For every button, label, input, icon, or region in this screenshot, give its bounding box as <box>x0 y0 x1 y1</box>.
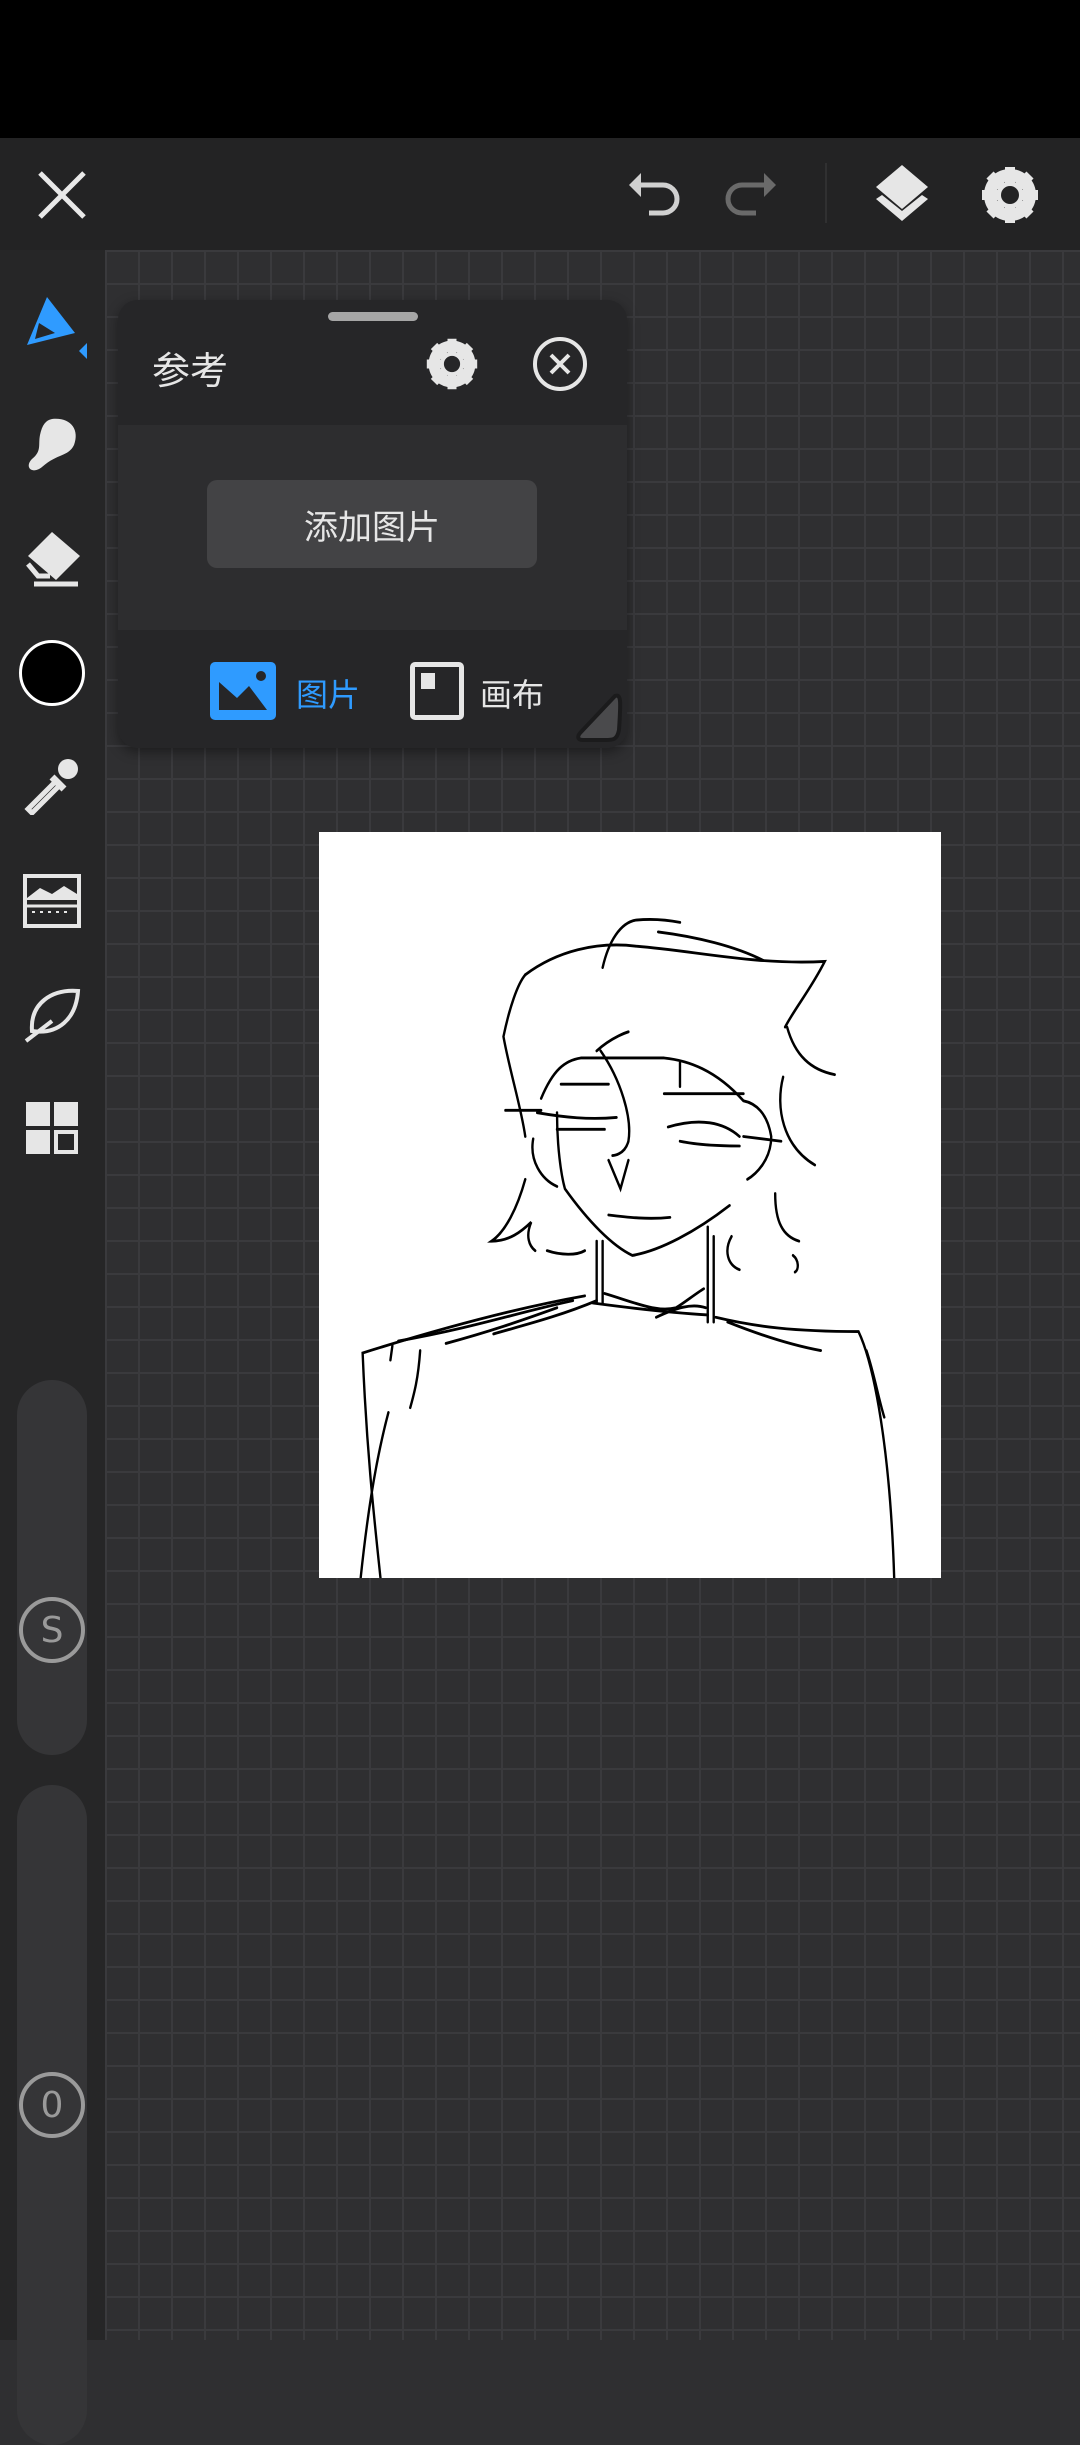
undo-button[interactable] <box>615 155 695 235</box>
redo-button[interactable] <box>710 155 790 235</box>
more-tools-button[interactable] <box>12 1088 92 1168</box>
brush-tool-button[interactable] <box>12 288 92 368</box>
drag-handle[interactable] <box>328 312 418 321</box>
eyedropper-icon <box>24 759 78 815</box>
grid-icon <box>26 1102 78 1154</box>
brush-size-indicator: S <box>19 1597 85 1663</box>
close-circle-icon <box>533 337 587 391</box>
drawing-artwork[interactable] <box>319 832 941 1580</box>
image-fill-icon <box>23 874 81 928</box>
leaf-tool-button[interactable] <box>12 975 92 1055</box>
gear-icon <box>426 338 478 390</box>
pen-icon <box>27 297 87 359</box>
reference-panel: 参考 添加图片 图片 画布 <box>118 300 627 748</box>
tab-image-label[interactable]: 图片 <box>296 670 360 716</box>
sketch-drawing <box>359 918 896 1580</box>
tool-sidebar: S 0 <box>0 250 105 2445</box>
close-button[interactable] <box>22 155 102 235</box>
color-picker-button[interactable] <box>19 640 85 706</box>
layers-icon <box>876 165 928 221</box>
leaf-icon <box>24 988 81 1043</box>
panel-title: 参考 <box>152 349 229 393</box>
settings-button[interactable] <box>970 155 1050 235</box>
layers-button[interactable] <box>862 155 942 235</box>
brush-opacity-indicator: 0 <box>19 2072 85 2138</box>
reference-settings-button[interactable] <box>418 330 486 398</box>
add-image-button[interactable]: 添加图片 <box>207 480 537 568</box>
smudge-icon <box>28 418 76 471</box>
toolbar-divider <box>825 163 827 223</box>
redo-icon <box>725 173 776 216</box>
fill-tool-button[interactable] <box>12 860 92 940</box>
smudge-tool-button[interactable] <box>12 405 92 485</box>
reference-panel-tabs <box>118 630 627 748</box>
tab-canvas-label[interactable]: 画布 <box>480 670 544 716</box>
tab-canvas[interactable] <box>410 662 464 720</box>
eraser-icon <box>26 532 80 587</box>
reference-close-button[interactable] <box>526 330 594 398</box>
resize-handle-icon[interactable] <box>573 690 623 745</box>
top-toolbar <box>0 138 1080 250</box>
gear-icon <box>982 167 1038 223</box>
eraser-tool-button[interactable] <box>12 520 92 600</box>
status-bar <box>0 0 1080 138</box>
eyedropper-tool-button[interactable] <box>12 745 92 825</box>
tab-image[interactable] <box>210 662 276 720</box>
undo-icon <box>629 173 680 216</box>
image-icon <box>219 671 267 710</box>
canvas-icon <box>421 673 435 689</box>
brush-size-slider[interactable] <box>17 1380 87 1755</box>
close-icon <box>38 171 86 219</box>
